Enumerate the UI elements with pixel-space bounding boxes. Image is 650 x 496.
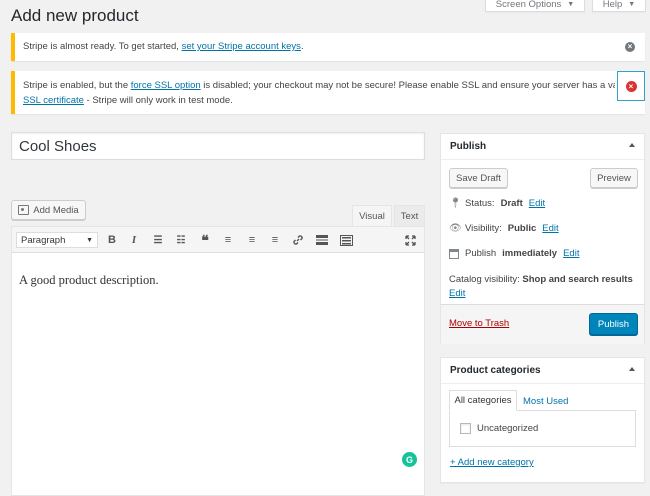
add-media-button[interactable]: Add Media	[11, 200, 86, 220]
publish-button[interactable]: Publish	[589, 313, 638, 335]
eye-icon: 👁︎	[449, 223, 462, 234]
bold-icon[interactable]: B	[105, 232, 119, 248]
ssl-text-2: is disabled; your checkout may not be se…	[203, 80, 615, 91]
visibility-label: Visibility:	[465, 223, 502, 234]
stripe-keys-link[interactable]: set your Stripe account keys	[182, 41, 301, 52]
align-left-icon[interactable]: ≡	[221, 232, 235, 248]
numbered-list-icon[interactable]: ☷	[174, 232, 188, 248]
dismiss-notice-icon[interactable]: ×	[625, 42, 635, 52]
force-ssl-link[interactable]: force SSL option	[131, 80, 201, 91]
calendar-icon	[449, 248, 459, 259]
tab-visual[interactable]: Visual	[352, 205, 392, 227]
catalog-visibility-value: Shop and search results	[522, 274, 633, 285]
publish-panel-header[interactable]: Publish	[441, 134, 644, 160]
publish-panel: Publish Save Draft Preview 📍︎ Status: Dr…	[440, 133, 645, 344]
page-title: Add new product	[11, 6, 139, 25]
save-draft-button[interactable]: Save Draft	[449, 168, 508, 188]
read-more-icon[interactable]	[315, 232, 329, 248]
pin-icon: 📍︎	[449, 198, 462, 209]
status-row: 📍︎ Status: Draft Edit	[449, 198, 545, 209]
media-icon	[18, 205, 30, 215]
edit-catalog-visibility-link[interactable]: Edit	[449, 288, 465, 299]
status-label: Status:	[465, 198, 495, 209]
ssl-warning-notice: Stripe is enabled, but the force SSL opt…	[11, 71, 645, 114]
product-title-input[interactable]: Cool Shoes	[11, 132, 425, 160]
add-new-category-link[interactable]: + Add new category	[450, 457, 534, 468]
editor-content-area[interactable]	[11, 226, 425, 496]
caret-down-icon: ▼	[628, 1, 636, 8]
fullscreen-icon[interactable]	[403, 232, 417, 248]
visibility-value: Public	[507, 223, 537, 234]
publish-actions: Move to Trash Publish	[441, 304, 644, 344]
editor-toolbar: Paragraph ▼ B I ☰ ☷ ❝ ≡ ≡ ≡	[11, 226, 425, 253]
edit-visibility-link[interactable]: Edit	[542, 223, 558, 234]
edit-status-link[interactable]: Edit	[529, 198, 545, 209]
move-to-trash-link[interactable]: Move to Trash	[449, 318, 509, 329]
publish-panel-title: Publish	[450, 141, 487, 152]
product-categories-header[interactable]: Product categories	[441, 358, 644, 384]
align-center-icon[interactable]: ≡	[245, 232, 259, 248]
screen-options-button[interactable]: Screen Options ▼	[485, 0, 585, 12]
format-select[interactable]: Paragraph ▼	[16, 232, 98, 248]
ssl-certificate-link[interactable]: SSL certificate	[23, 95, 84, 106]
chevron-down-icon: ▼	[86, 236, 93, 244]
close-icon: ×	[625, 80, 637, 92]
blockquote-icon[interactable]: ❝	[198, 232, 212, 248]
category-list: Uncategorized	[449, 410, 636, 447]
format-select-value: Paragraph	[21, 234, 66, 246]
edit-publish-date-link[interactable]: Edit	[563, 248, 579, 259]
dismiss-ssl-notice-button[interactable]: ×	[617, 71, 645, 101]
list-item: Uncategorized	[460, 423, 538, 434]
italic-icon[interactable]: I	[127, 232, 141, 248]
uncategorized-checkbox[interactable]	[460, 423, 471, 434]
notice-suffix: .	[300, 41, 304, 52]
collapse-caret-icon[interactable]	[629, 143, 635, 147]
tab-text[interactable]: Text	[394, 205, 425, 227]
tab-most-used[interactable]: Most Used	[523, 396, 568, 407]
caret-down-icon: ▼	[567, 1, 575, 8]
ssl-text-3: - Stripe will only work in test mode.	[86, 95, 233, 106]
stripe-ready-notice: Stripe is almost ready. To get started, …	[11, 33, 645, 61]
toolbar-toggle-icon[interactable]	[339, 232, 353, 248]
tab-all-categories[interactable]: All categories	[449, 390, 517, 411]
bulleted-list-icon[interactable]: ☰	[151, 232, 165, 248]
help-label: Help	[602, 0, 623, 10]
publish-date-label: Publish	[465, 248, 497, 259]
editor-text: A good product description.	[19, 273, 159, 287]
collapse-caret-icon[interactable]	[629, 367, 635, 371]
help-button[interactable]: Help ▼	[592, 0, 646, 12]
notice-text: Stripe is almost ready. To get started,	[23, 41, 179, 52]
align-right-icon[interactable]: ≡	[268, 232, 282, 248]
grammarly-icon[interactable]: G	[402, 452, 417, 467]
add-media-label: Add Media	[33, 204, 79, 216]
ssl-text-1: Stripe is enabled, but the	[23, 80, 129, 91]
link-icon[interactable]	[291, 232, 305, 248]
publish-date-value: immediately	[502, 248, 558, 259]
uncategorized-label: Uncategorized	[477, 423, 539, 434]
visibility-row: 👁︎ Visibility: Public Edit	[449, 223, 559, 234]
status-value: Draft	[500, 198, 523, 209]
publish-date-row: Publish immediately Edit	[449, 248, 579, 259]
product-categories-panel: Product categories All categories Most U…	[440, 357, 645, 483]
screen-options-label: Screen Options	[495, 0, 562, 10]
catalog-visibility-row: Catalog visibility: Shop and search resu…	[449, 273, 639, 301]
preview-button[interactable]: Preview	[590, 168, 638, 188]
product-categories-title: Product categories	[450, 365, 541, 376]
catalog-visibility-label: Catalog visibility:	[449, 274, 520, 285]
